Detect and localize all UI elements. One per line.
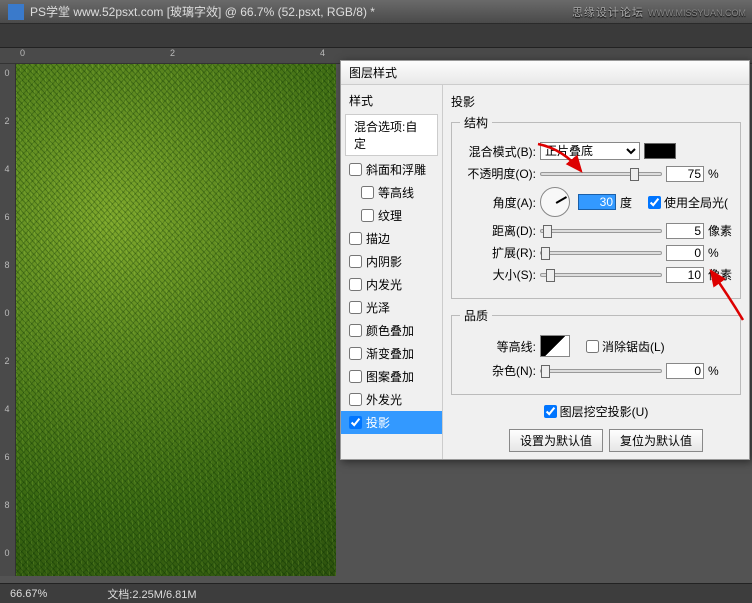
style-label: 外发光: [366, 391, 402, 408]
style-item[interactable]: 外发光: [341, 388, 442, 411]
style-checkbox[interactable]: [349, 232, 362, 245]
style-checkbox[interactable]: [349, 324, 362, 337]
global-light-checkbox[interactable]: 使用全局光(: [648, 194, 728, 211]
style-item[interactable]: 光泽: [341, 296, 442, 319]
opacity-label: 不透明度(O):: [460, 165, 536, 182]
angle-label: 角度(A):: [460, 194, 536, 211]
distance-slider[interactable]: [540, 229, 662, 233]
noise-label: 杂色(N):: [460, 362, 536, 379]
style-label: 颜色叠加: [366, 322, 414, 339]
style-checkbox[interactable]: [349, 393, 362, 406]
style-checkbox[interactable]: [349, 163, 362, 176]
spread-slider[interactable]: [540, 251, 662, 255]
style-item[interactable]: 等高线: [341, 181, 442, 204]
style-label: 内阴影: [366, 253, 402, 270]
set-default-button[interactable]: 设置为默认值: [509, 429, 603, 452]
dialog-title: 图层样式: [341, 61, 749, 85]
style-checkbox[interactable]: [349, 347, 362, 360]
spread-label: 扩展(R):: [460, 244, 536, 261]
effect-panel: 投影 结构 混合模式(B): 正片叠底 不透明度(O): % 角度(A):: [443, 85, 749, 460]
layer-style-dialog: 图层样式 样式 混合选项:自定 斜面和浮雕等高线纹理描边内阴影内发光光泽颜色叠加…: [340, 60, 750, 460]
style-checkbox[interactable]: [349, 255, 362, 268]
document-tabbar[interactable]: [0, 24, 752, 48]
style-item[interactable]: 图案叠加: [341, 365, 442, 388]
opacity-input[interactable]: [666, 166, 704, 182]
style-label: 描边: [366, 230, 390, 247]
panel-heading: 投影: [451, 93, 741, 110]
style-checkbox[interactable]: [361, 186, 374, 199]
grass-image: [16, 64, 336, 576]
watermark: 思缘设计论坛 WWW.MISSYUAN.COM: [572, 4, 746, 20]
canvas-area[interactable]: [16, 64, 336, 576]
angle-dial[interactable]: [540, 187, 570, 217]
quality-group: 品质 等高线: 消除锯齿(L) 杂色(N): %: [451, 307, 741, 395]
doc-size: 文档:2.25M/6.81M: [107, 586, 196, 602]
styles-list: 样式 混合选项:自定 斜面和浮雕等高线纹理描边内阴影内发光光泽颜色叠加渐变叠加图…: [341, 85, 443, 460]
styles-header[interactable]: 样式: [341, 89, 442, 112]
contour-swatch[interactable]: [540, 335, 570, 357]
style-item[interactable]: 投影: [341, 411, 442, 434]
style-label: 纹理: [378, 207, 402, 224]
style-checkbox[interactable]: [349, 416, 362, 429]
spread-input[interactable]: [666, 245, 704, 261]
size-slider[interactable]: [540, 273, 662, 277]
style-item[interactable]: 内阴影: [341, 250, 442, 273]
style-item[interactable]: 内发光: [341, 273, 442, 296]
app-icon: [8, 4, 24, 20]
angle-input[interactable]: [578, 194, 616, 210]
size-label: 大小(S):: [460, 266, 536, 283]
structure-group: 结构 混合模式(B): 正片叠底 不透明度(O): % 角度(A): 度: [451, 114, 741, 299]
ruler-vertical: 0 2 4 6 8 0 2 4 6 8 0: [0, 64, 16, 576]
distance-input[interactable]: [666, 223, 704, 239]
style-label: 渐变叠加: [366, 345, 414, 362]
style-checkbox[interactable]: [361, 209, 374, 222]
style-label: 光泽: [366, 299, 390, 316]
noise-slider[interactable]: [540, 369, 662, 373]
style-label: 图案叠加: [366, 368, 414, 385]
shadow-color-swatch[interactable]: [644, 143, 676, 159]
blend-options[interactable]: 混合选项:自定: [345, 114, 438, 156]
style-item[interactable]: 纹理: [341, 204, 442, 227]
app-title: PS学堂 www.52psxt.com [玻璃字效] @ 66.7% (52.p…: [30, 3, 375, 20]
distance-label: 距离(D):: [460, 222, 536, 239]
reset-default-button[interactable]: 复位为默认值: [609, 429, 703, 452]
style-checkbox[interactable]: [349, 278, 362, 291]
style-item[interactable]: 斜面和浮雕: [341, 158, 442, 181]
antialias-checkbox[interactable]: 消除锯齿(L): [586, 338, 665, 355]
blend-mode-label: 混合模式(B):: [460, 143, 536, 160]
statusbar: 66.67% 文档:2.25M/6.81M: [0, 583, 752, 603]
blend-mode-select[interactable]: 正片叠底: [540, 142, 640, 160]
style-label: 斜面和浮雕: [366, 161, 426, 178]
style-item[interactable]: 描边: [341, 227, 442, 250]
contour-label: 等高线:: [460, 338, 536, 355]
style-item[interactable]: 颜色叠加: [341, 319, 442, 342]
style-label: 内发光: [366, 276, 402, 293]
size-input[interactable]: [666, 267, 704, 283]
knockout-checkbox[interactable]: 图层挖空投影(U): [544, 403, 649, 420]
style-label: 投影: [366, 414, 390, 431]
style-checkbox[interactable]: [349, 301, 362, 314]
style-label: 等高线: [378, 184, 414, 201]
noise-input[interactable]: [666, 363, 704, 379]
zoom-level[interactable]: 66.67%: [10, 588, 47, 600]
style-checkbox[interactable]: [349, 370, 362, 383]
style-item[interactable]: 渐变叠加: [341, 342, 442, 365]
opacity-slider[interactable]: [540, 172, 662, 176]
